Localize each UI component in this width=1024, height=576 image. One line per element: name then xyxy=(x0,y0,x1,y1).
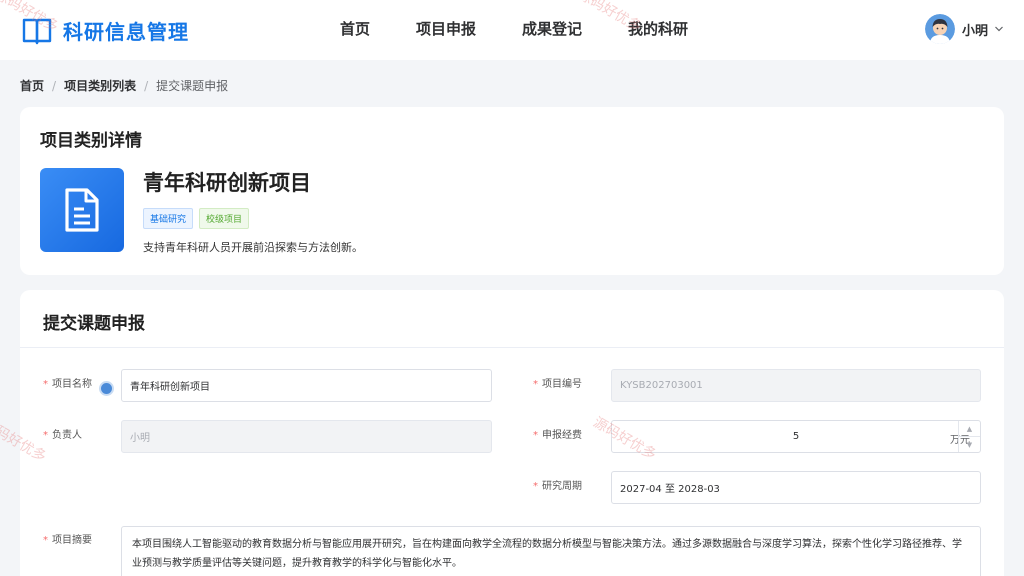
required-mark: * xyxy=(43,430,48,441)
main-nav: 首页 项目申报 成果登记 我的科研 xyxy=(340,18,734,39)
avatar-icon xyxy=(924,14,955,44)
app-title: 科研信息管理 xyxy=(63,20,189,44)
breadcrumb-separator: / xyxy=(52,78,57,93)
category-detail-card: 项目类别详情 青年科研创新项目 基础研究 校级项目 支持青年科研人员开展前沿探索… xyxy=(20,107,1004,275)
form-section-title: 提交课题申报 xyxy=(43,314,145,334)
nav-item-project-apply[interactable]: 项目申报 xyxy=(416,18,476,39)
project-code-label-text: 项目编号 xyxy=(542,379,582,390)
period-input[interactable]: 2027-04 至 2028-03 xyxy=(611,471,981,504)
nav-item-achievements[interactable]: 成果登记 xyxy=(522,18,582,39)
section-divider xyxy=(20,347,1004,348)
abstract-textarea[interactable]: 本项目围绕人工智能驱动的教育数据分析与智能应用展开研究，旨在构建面向教学全流程的… xyxy=(121,526,981,576)
budget-value: 5 xyxy=(792,431,800,442)
budget-stepper: ▲ ▼ xyxy=(958,421,980,452)
project-icon-tile xyxy=(40,168,124,252)
budget-label: * 申报经费 xyxy=(533,426,582,441)
leader-input[interactable]: 小明 xyxy=(121,420,492,453)
budget-input[interactable]: 5 万元 ▲ ▼ xyxy=(611,420,981,453)
tag-basic-research: 基础研究 xyxy=(143,208,194,229)
nav-item-home[interactable]: 首页 xyxy=(340,18,370,39)
application-form-card: 提交课题申报 * 项目名称 青年科研创新项目 * 项目编号 KYSB20270300… xyxy=(20,290,1004,576)
project-name-label-text: 项目名称 xyxy=(52,379,92,390)
period-label-text: 研究周期 xyxy=(542,481,582,492)
status-dot xyxy=(99,381,114,396)
user-name: 小明 xyxy=(961,23,988,39)
logo[interactable]: 科研信息管理 xyxy=(22,16,189,45)
chevron-down-icon[interactable]: ▼ xyxy=(959,436,980,452)
required-mark: * xyxy=(43,535,48,546)
budget-label-text: 申报经费 xyxy=(542,430,582,441)
chevron-up-icon[interactable]: ▲ xyxy=(959,421,980,436)
project-name-input[interactable]: 青年科研创新项目 xyxy=(121,369,492,402)
required-mark: * xyxy=(533,481,538,492)
project-category-name: 青年科研创新项目 xyxy=(143,171,311,195)
period-label: * 研究周期 xyxy=(533,477,582,492)
abstract-label: * 项目摘要 xyxy=(43,531,92,546)
book-icon xyxy=(22,18,52,44)
nav-item-my-research[interactable]: 我的科研 xyxy=(628,18,688,39)
breadcrumb-category-list[interactable]: 项目类别列表 xyxy=(64,77,136,94)
breadcrumb-current: 提交课题申报 xyxy=(156,79,229,93)
user-menu[interactable]: 小明 xyxy=(924,14,1004,44)
leader-label-text: 负责人 xyxy=(52,430,82,441)
project-category-description: 支持青年科研人员开展前沿探索与方法创新。 xyxy=(143,241,363,254)
document-icon xyxy=(65,188,99,232)
tag-school-level: 校级项目 xyxy=(199,208,250,229)
leader-label: * 负责人 xyxy=(43,426,82,441)
required-mark: * xyxy=(43,379,48,390)
tag-list: 基础研究 校级项目 xyxy=(143,208,255,229)
required-mark: * xyxy=(533,430,538,441)
abstract-label-text: 项目摘要 xyxy=(52,535,92,546)
project-name-label: * 项目名称 xyxy=(43,375,92,390)
chevron-down-icon xyxy=(995,26,1003,32)
breadcrumb-separator: / xyxy=(144,78,149,93)
required-mark: * xyxy=(533,379,538,390)
breadcrumb: 首页 / 项目类别列表 / 提交课题申报 xyxy=(20,77,228,94)
top-header: 科研信息管理 首页 项目申报 成果登记 我的科研 小明 xyxy=(0,0,1024,60)
breadcrumb-home[interactable]: 首页 xyxy=(20,77,44,94)
detail-section-title: 项目类别详情 xyxy=(40,131,142,151)
project-code-input[interactable]: KYSB202703001 xyxy=(611,369,981,402)
project-code-label: * 项目编号 xyxy=(533,375,582,390)
